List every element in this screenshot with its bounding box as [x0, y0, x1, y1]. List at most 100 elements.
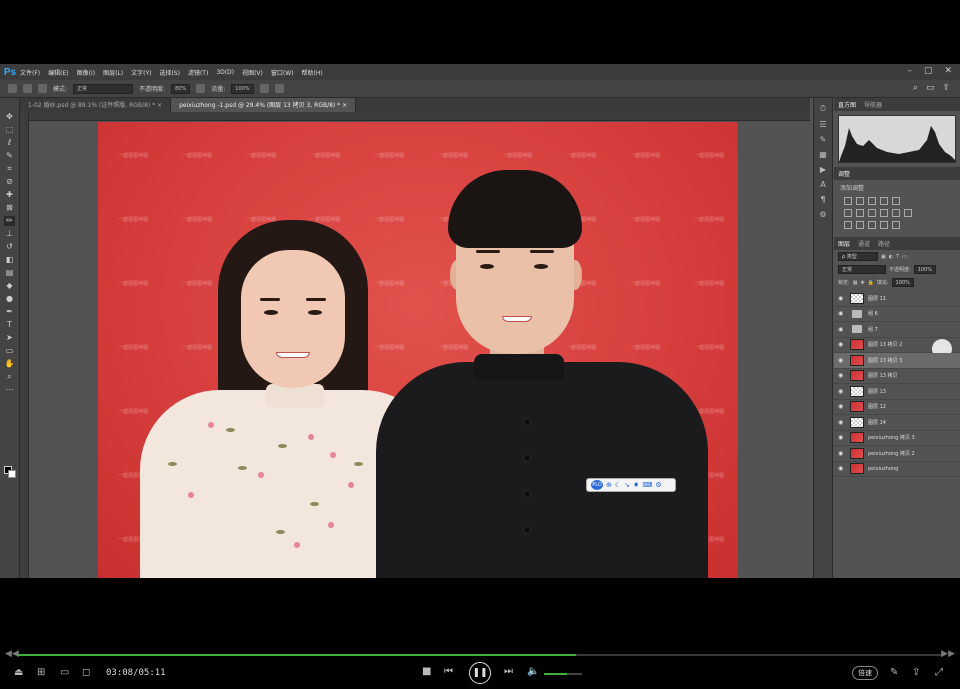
- layer-visibility-eye-icon[interactable]: ◉: [838, 388, 846, 395]
- background-color-swatch[interactable]: [8, 470, 16, 478]
- subtitle-icon[interactable]: ▭: [60, 667, 69, 678]
- zoom-tool-icon[interactable]: ⌕: [4, 372, 15, 382]
- eyedropper-tool-icon[interactable]: ⊘: [4, 177, 15, 187]
- floatbar-logo-icon[interactable]: PLO: [591, 480, 603, 490]
- pressure-size-icon[interactable]: [274, 84, 284, 93]
- previous-icon[interactable]: ⏮: [444, 666, 453, 677]
- share-icon[interactable]: ⇪: [942, 83, 950, 93]
- mode-select[interactable]: 正常: [73, 83, 134, 94]
- floatbar-keyboard-icon[interactable]: ⌨: [642, 481, 652, 489]
- tab-navigator[interactable]: 导航器: [864, 100, 882, 109]
- layer-visibility-eye-icon[interactable]: ◉: [838, 465, 846, 472]
- filter-type-icon[interactable]: T: [896, 254, 899, 260]
- hue-adjust-icon[interactable]: [856, 209, 864, 217]
- brush-preset-icon[interactable]: [8, 84, 17, 93]
- floatbar-settings-icon[interactable]: ⚙: [655, 481, 661, 489]
- floatbar-mic-icon[interactable]: ♦: [633, 481, 639, 489]
- mixer-adjust-icon[interactable]: [904, 209, 912, 217]
- brush-size-icon[interactable]: [23, 84, 32, 93]
- layer-row[interactable]: ◉ 组 6: [834, 307, 960, 322]
- hand-tool-icon[interactable]: ✋: [4, 359, 15, 369]
- layer-row[interactable]: ◉ 图层 13: [834, 384, 960, 400]
- filter-shape-icon[interactable]: ▭: [902, 254, 907, 260]
- brush-tool-icon[interactable]: ✏: [4, 216, 15, 226]
- volume-slider[interactable]: [544, 673, 582, 675]
- curves-adjust-icon[interactable]: [868, 197, 876, 205]
- workspace-icon[interactable]: ▭: [926, 83, 935, 93]
- floatbar-moon-icon[interactable]: ☾: [615, 481, 621, 489]
- gradient-tool-icon[interactable]: ▤: [4, 268, 15, 278]
- gradient-adjust-icon[interactable]: [892, 197, 900, 205]
- menu-window[interactable]: 窗口(W): [271, 68, 294, 77]
- vibrance-adjust-icon[interactable]: [844, 209, 852, 217]
- frame-tool-icon[interactable]: ⊠: [4, 203, 15, 213]
- filter-pixel-icon[interactable]: ▣: [881, 254, 886, 260]
- layer-row[interactable]: ◉ 组 7: [834, 322, 960, 338]
- tab-peixiuzhong-doc[interactable]: peixiuzhong -1.psd @ 29.4% (图层 13 拷贝 3, …: [171, 98, 357, 112]
- layer-row[interactable]: ◉ 图层 13 拷贝 3: [834, 353, 960, 369]
- tab-histogram[interactable]: 直方图: [838, 100, 856, 109]
- fullscreen-icon[interactable]: ⤢: [935, 667, 943, 678]
- seek-back-icon[interactable]: ◀◀: [5, 649, 19, 659]
- brush-panel-icon[interactable]: ✎: [820, 135, 827, 144]
- layer-visibility-eye-icon[interactable]: ◉: [838, 341, 846, 348]
- brightness-adjust-icon[interactable]: [844, 197, 852, 205]
- pause-button[interactable]: ❚❚: [469, 662, 491, 684]
- eraser-tool-icon[interactable]: ◧: [4, 255, 15, 265]
- seek-forward-icon[interactable]: ▶▶: [941, 649, 955, 659]
- floatbar-add-icon[interactable]: ⊕: [606, 481, 612, 489]
- layer-visibility-eye-icon[interactable]: ◉: [838, 434, 846, 441]
- character-panel-icon[interactable]: A: [820, 180, 825, 189]
- paragraph-panel-icon[interactable]: ¶: [820, 195, 825, 204]
- open-file-icon[interactable]: ⊞: [37, 667, 45, 678]
- layer-visibility-eye-icon[interactable]: ◉: [838, 295, 846, 302]
- crop-tool-icon[interactable]: ⌗: [4, 164, 15, 174]
- pen-tool-icon[interactable]: ✒: [4, 307, 15, 317]
- layer-row[interactable]: ◉ 图层 13 拷贝: [834, 369, 960, 384]
- gradient-map-icon[interactable]: [892, 221, 900, 229]
- selective-color-icon[interactable]: [880, 221, 888, 229]
- opacity-input[interactable]: 80%: [171, 83, 191, 94]
- invert-adjust-icon[interactable]: [844, 221, 852, 229]
- blur-tool-icon[interactable]: ◆: [4, 281, 15, 291]
- menu-type[interactable]: 文字(Y): [131, 68, 151, 77]
- layer-visibility-eye-icon[interactable]: ◉: [838, 450, 846, 457]
- menu-3d[interactable]: 3D(D): [216, 69, 234, 76]
- wrench-icon[interactable]: ✎: [890, 667, 898, 678]
- layer-visibility-eye-icon[interactable]: ◉: [838, 419, 846, 426]
- maximize-button[interactable]: ▢: [924, 66, 933, 76]
- tab-paths[interactable]: 路径: [878, 239, 890, 248]
- search-icon[interactable]: ⌕: [913, 83, 918, 93]
- floatbar-arrow-icon[interactable]: ↘: [624, 481, 630, 489]
- layer-opacity-input[interactable]: 100%: [913, 265, 936, 274]
- layer-row[interactable]: ◉ 图层 12: [834, 400, 960, 415]
- layer-row[interactable]: ◉ peixiuzhong: [834, 462, 960, 477]
- menu-help[interactable]: 帮助(H): [302, 68, 323, 77]
- layer-visibility-eye-icon[interactable]: ◉: [838, 326, 846, 333]
- tool-presets-icon[interactable]: ⚙: [819, 210, 826, 219]
- next-icon[interactable]: ⏭: [504, 666, 513, 677]
- quick-select-tool-icon[interactable]: ✎: [4, 151, 15, 161]
- airbrush-icon[interactable]: [259, 84, 269, 93]
- shape-tool-icon[interactable]: ▭: [4, 346, 15, 356]
- blend-mode-select[interactable]: 正常: [838, 265, 886, 274]
- menu-image[interactable]: 图像(I): [77, 68, 95, 77]
- photo-filter-icon[interactable]: [892, 209, 900, 217]
- levels-adjust-icon[interactable]: [856, 197, 864, 205]
- close-button[interactable]: ✕: [944, 66, 952, 76]
- brush-panel-icon[interactable]: [38, 84, 47, 93]
- pressure-opacity-icon[interactable]: [196, 84, 206, 93]
- balance-adjust-icon[interactable]: [868, 209, 876, 217]
- document-photo[interactable]: 一键抠图神器 一键抠图神器 一键抠图神器 一键抠图神器 一键抠图神器 一键抠图神器 一键抠图…: [98, 122, 738, 578]
- menu-filter[interactable]: 滤镜(T): [188, 68, 208, 77]
- eject-icon[interactable]: ⏏: [14, 667, 23, 678]
- chat-icon[interactable]: ◻: [82, 667, 90, 678]
- type-tool-icon[interactable]: T: [4, 320, 15, 330]
- layer-row[interactable]: ◉ 图层 11: [834, 291, 960, 307]
- menu-edit[interactable]: 编辑(E): [48, 68, 68, 77]
- tab-layers[interactable]: 图层: [838, 239, 850, 248]
- tab-wedding-doc[interactable]: 1-02 婚纱.psd @ 89.1% (证件照版, RGB/8) * ×: [20, 98, 172, 112]
- marquee-tool-icon[interactable]: ⬚: [4, 125, 15, 135]
- share-icon[interactable]: ⇪: [912, 667, 920, 678]
- menu-view[interactable]: 视图(V): [242, 68, 263, 77]
